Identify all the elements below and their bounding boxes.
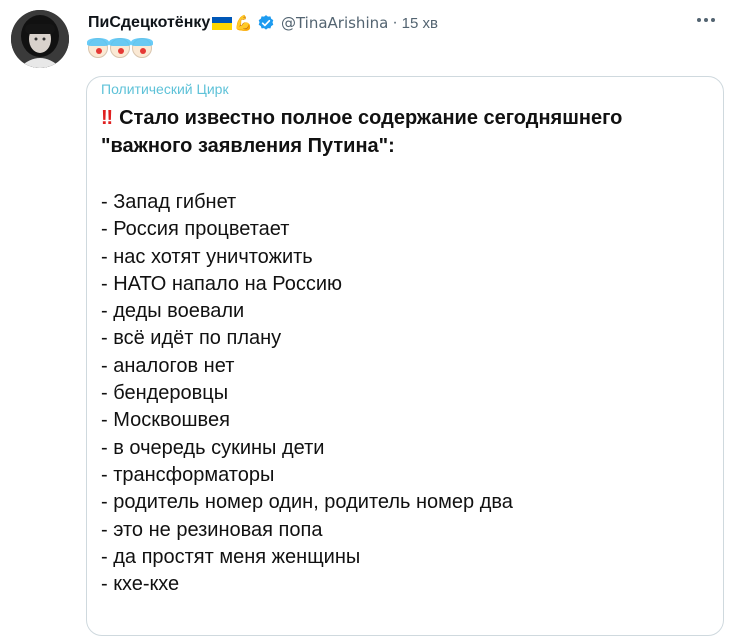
card-headline: ‼ Стало известно полное содержание сегодн… — [101, 104, 711, 160]
list-item: - Москвошвея — [101, 409, 230, 432]
avatar[interactable] — [11, 10, 69, 68]
separator-dot: · — [392, 14, 398, 31]
author-handle[interactable]: @TinaArishina — [281, 14, 388, 32]
tweet-header: ПиСдецкотёнку 💪 @TinaArishina · 15 хв — [88, 12, 438, 34]
list-item: - всё идёт по плану — [101, 327, 282, 350]
quoted-image-card[interactable]: Политический Цирк ‼ Стало известно полное… — [86, 76, 724, 636]
ukraine-flag-icon — [212, 16, 233, 30]
flexed-biceps-icon: 💪 — [234, 15, 253, 32]
tweet-time[interactable]: 15 хв — [402, 15, 438, 32]
list-item: - Запад гибнет — [101, 191, 237, 213]
verified-badge-icon — [257, 14, 275, 32]
list-item: - деды воевали — [101, 300, 245, 323]
list-item: - это не резиновая попа — [101, 518, 323, 541]
more-options-button[interactable] — [694, 8, 718, 32]
tweet[interactable]: ПиСдецкотёнку 💪 @TinaArishina · 15 хв По… — [0, 0, 732, 636]
headline-text: Стало известно полное содержание сегодня… — [101, 107, 623, 157]
list-item: - трансформаторы — [101, 463, 275, 486]
double-exclamation-icon: ‼ — [101, 107, 113, 129]
list-item: - да простят меня женщины — [101, 545, 361, 568]
list-item: - нас хотят уничтожить — [101, 245, 313, 268]
card-source: Политический Цирк — [101, 81, 229, 97]
list-item: - аналогов нет — [101, 354, 235, 377]
list-item: - бендеровцы — [101, 382, 229, 405]
list-item: - Россия процветает — [101, 218, 290, 241]
card-list: - Запад гибнет - Россия процветает - нас х… — [101, 189, 513, 598]
display-name[interactable]: ПиСдецкотёнку — [88, 14, 210, 32]
more-icon — [697, 18, 715, 22]
list-item: - НАТО напало на Россию — [101, 272, 343, 295]
clown-face-icon — [131, 38, 153, 58]
tweet-text — [87, 38, 153, 58]
clown-face-icon — [87, 38, 109, 58]
clown-face-icon — [109, 38, 131, 58]
list-item: - родитель номер один, родитель номер дв… — [101, 491, 513, 514]
avatar-photo — [11, 10, 69, 68]
list-item: - в очередь сукины дети — [101, 436, 325, 459]
list-item: - кхе-кхе — [101, 573, 180, 596]
